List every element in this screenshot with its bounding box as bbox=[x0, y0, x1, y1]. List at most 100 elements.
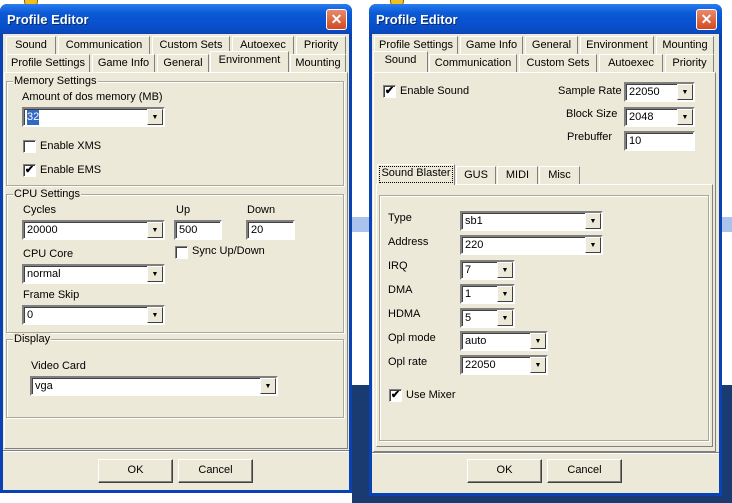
tab-environment[interactable]: Environment bbox=[210, 51, 289, 72]
tab-mounting[interactable]: Mounting bbox=[656, 36, 714, 54]
tab-communication[interactable]: Communication bbox=[429, 54, 517, 72]
sync-up-down-checkbox[interactable] bbox=[175, 246, 188, 259]
irq-label: IRQ bbox=[388, 260, 408, 272]
close-icon: ✕ bbox=[330, 11, 343, 27]
chevron-down-icon[interactable]: ▼ bbox=[585, 237, 601, 253]
frame-skip-combo[interactable]: 0 ▼ bbox=[22, 305, 165, 325]
title-bar[interactable]: Profile Editor bbox=[369, 4, 722, 34]
cycles-label: Cycles bbox=[23, 204, 57, 216]
close-button[interactable]: ✕ bbox=[696, 9, 717, 30]
inner-tab-midi[interactable]: MIDI bbox=[497, 166, 538, 184]
tab-communication[interactable]: Communication bbox=[58, 36, 150, 54]
chevron-down-icon[interactable]: ▼ bbox=[260, 378, 276, 394]
tab-general[interactable]: General bbox=[157, 54, 209, 72]
enable-sound-checkbox[interactable]: ✔ bbox=[383, 85, 396, 98]
chevron-down-icon[interactable]: ▼ bbox=[677, 84, 693, 100]
inner-tab-misc[interactable]: Misc bbox=[539, 166, 580, 184]
divider bbox=[3, 450, 349, 452]
type-label: Type bbox=[388, 212, 412, 224]
inner-tab-gus[interactable]: GUS bbox=[456, 166, 496, 184]
irq-combo[interactable]: 7 ▼ bbox=[460, 260, 515, 280]
enable-sound-label: Enable Sound bbox=[400, 85, 470, 97]
chevron-down-icon[interactable]: ▼ bbox=[497, 262, 513, 278]
chevron-down-icon[interactable]: ▼ bbox=[585, 213, 601, 229]
tab-autoexec[interactable]: Autoexec bbox=[599, 54, 663, 72]
video-card-combo[interactable]: vga ▼ bbox=[30, 376, 278, 396]
sample-rate-label: Sample Rate bbox=[558, 85, 622, 97]
type-combo[interactable]: sb1 ▼ bbox=[460, 211, 603, 231]
window-title: Profile Editor bbox=[7, 11, 89, 27]
cycles-combo[interactable]: 20000 ▼ bbox=[22, 220, 165, 240]
cycles-up-input[interactable]: 500 bbox=[174, 220, 222, 240]
address-combo[interactable]: 220 ▼ bbox=[460, 235, 603, 255]
close-button[interactable]: ✕ bbox=[326, 9, 347, 30]
tab-sound[interactable]: Sound bbox=[6, 36, 56, 54]
hdma-combo[interactable]: 5 ▼ bbox=[460, 308, 515, 328]
frame-skip-label: Frame Skip bbox=[23, 289, 80, 301]
prebuffer-label: Prebuffer bbox=[567, 131, 613, 143]
chevron-down-icon[interactable]: ▼ bbox=[147, 307, 163, 323]
tab-general[interactable]: General bbox=[525, 36, 578, 54]
close-icon: ✕ bbox=[700, 11, 713, 27]
cpu-core-combo[interactable]: normal ▼ bbox=[22, 264, 165, 284]
tab-mounting[interactable]: Mounting bbox=[290, 54, 346, 72]
enable-ems-checkbox[interactable]: ✔ bbox=[23, 164, 36, 177]
cancel-button[interactable]: Cancel bbox=[178, 459, 253, 483]
ok-button[interactable]: OK bbox=[467, 459, 542, 483]
check-icon: ✔ bbox=[390, 389, 401, 401]
dma-label: DMA bbox=[388, 284, 413, 296]
check-icon: ✔ bbox=[24, 164, 35, 176]
background-window-strip bbox=[722, 217, 732, 232]
use-mixer-checkbox[interactable]: ✔ bbox=[389, 389, 402, 402]
tab-priority[interactable]: Priority bbox=[665, 54, 714, 72]
chevron-down-icon[interactable]: ▼ bbox=[530, 333, 546, 349]
chevron-down-icon[interactable]: ▼ bbox=[677, 109, 693, 125]
block-size-label: Block Size bbox=[566, 108, 618, 120]
chevron-down-icon[interactable]: ▼ bbox=[497, 286, 513, 302]
background-window-strip bbox=[352, 217, 369, 232]
tab-priority[interactable]: Priority bbox=[296, 36, 346, 54]
window-title: Profile Editor bbox=[376, 11, 458, 27]
enable-ems-label: Enable EMS bbox=[40, 164, 102, 176]
sound-blaster-frame bbox=[379, 195, 709, 441]
chevron-down-icon[interactable]: ▼ bbox=[147, 222, 163, 238]
dos-memory-label: Amount of dos memory (MB) bbox=[22, 91, 163, 103]
opl-rate-combo[interactable]: 22050 ▼ bbox=[460, 355, 548, 375]
prebuffer-input[interactable]: 10 bbox=[624, 131, 695, 151]
chevron-down-icon[interactable]: ▼ bbox=[147, 266, 163, 282]
address-label: Address bbox=[388, 236, 429, 248]
block-size-combo[interactable]: 2048 ▼ bbox=[624, 107, 695, 127]
group-label: Display bbox=[13, 333, 52, 345]
video-card-label: Video Card bbox=[31, 360, 86, 372]
enable-xms-checkbox[interactable] bbox=[23, 140, 36, 153]
dos-memory-combo[interactable]: 32 ▼ bbox=[22, 107, 165, 127]
tab-profile-settings[interactable]: Profile Settings bbox=[6, 54, 90, 72]
cancel-button[interactable]: Cancel bbox=[547, 459, 622, 483]
title-bar[interactable]: Profile Editor bbox=[0, 4, 352, 34]
cpu-core-label: CPU Core bbox=[23, 248, 74, 260]
use-mixer-label: Use Mixer bbox=[406, 389, 456, 401]
enable-xms-label: Enable XMS bbox=[40, 140, 102, 152]
sample-rate-combo[interactable]: 22050 ▼ bbox=[624, 82, 695, 102]
group-label: Memory Settings bbox=[13, 75, 98, 87]
tab-game-info[interactable]: Game Info bbox=[92, 54, 155, 72]
tab-game-info[interactable]: Game Info bbox=[460, 36, 523, 54]
opl-mode-combo[interactable]: auto ▼ bbox=[460, 331, 548, 351]
cycles-down-input[interactable]: 20 bbox=[246, 220, 295, 240]
group-label: CPU Settings bbox=[13, 188, 82, 200]
tab-custom-sets[interactable]: Custom Sets bbox=[519, 54, 597, 72]
sync-up-down-label: Sync Up/Down bbox=[192, 245, 265, 257]
ok-button[interactable]: OK bbox=[98, 459, 173, 483]
desktop-background bbox=[722, 385, 732, 503]
chevron-down-icon[interactable]: ▼ bbox=[530, 357, 546, 373]
tab-sound[interactable]: Sound bbox=[373, 51, 428, 72]
inner-tab-sound-blaster[interactable]: Sound Blaster bbox=[377, 164, 455, 185]
desktop-background bbox=[352, 385, 369, 503]
divider bbox=[372, 452, 719, 454]
tab-environment[interactable]: Environment bbox=[580, 36, 654, 54]
chevron-down-icon[interactable]: ▼ bbox=[147, 109, 163, 125]
opl-rate-label: Opl rate bbox=[388, 356, 428, 368]
up-label: Up bbox=[176, 204, 191, 216]
dma-combo[interactable]: 1 ▼ bbox=[460, 284, 515, 304]
chevron-down-icon[interactable]: ▼ bbox=[497, 310, 513, 326]
